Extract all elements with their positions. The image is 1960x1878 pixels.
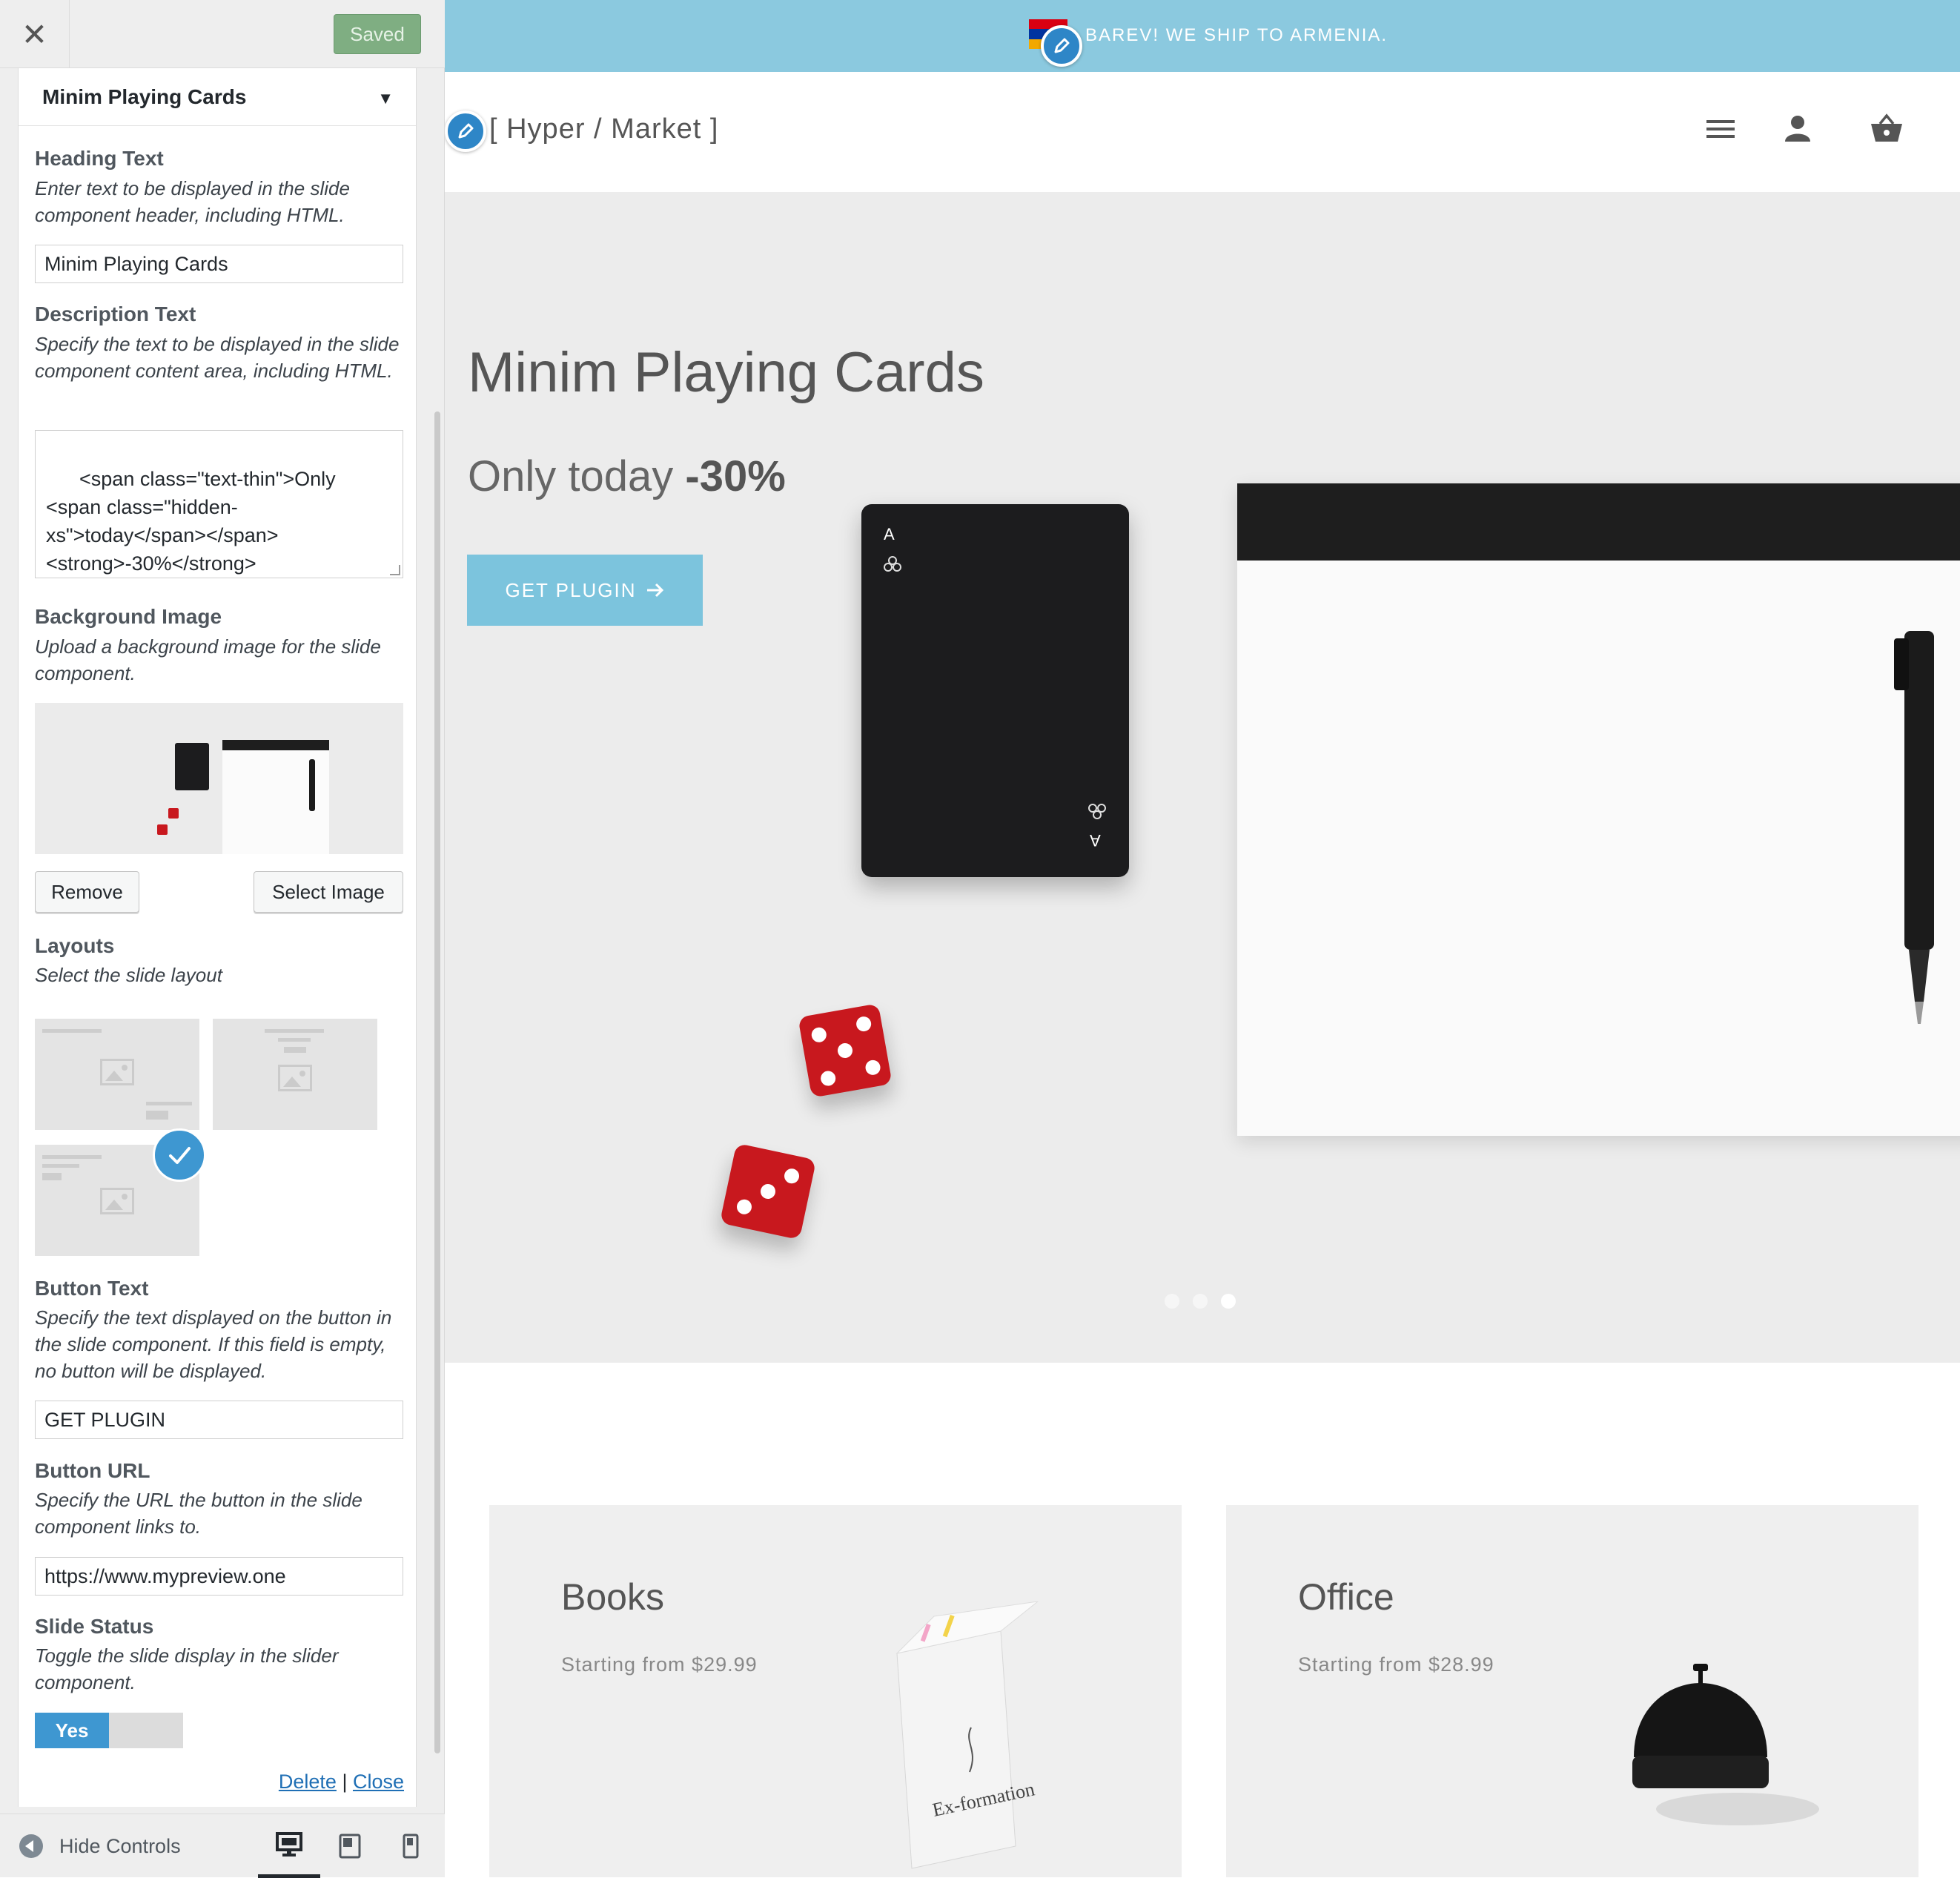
device-tablet-button[interactable] xyxy=(319,1814,381,1878)
menu-hamburger-icon[interactable] xyxy=(1706,118,1735,140)
category-price: Starting from $29.99 xyxy=(561,1653,758,1676)
panel-header: ✕ Saved xyxy=(0,0,445,68)
button-url-description: Specify the URL the button in the slide … xyxy=(35,1489,362,1538)
controls-scroll-area: Minim Playing Cards ▼ Heading Text Enter… xyxy=(18,68,417,1807)
device-desktop-button[interactable] xyxy=(258,1814,320,1878)
remove-image-button[interactable]: Remove xyxy=(35,871,139,913)
button-url-input[interactable]: https://www.mypreview.one xyxy=(35,1557,403,1596)
image-placeholder-icon xyxy=(100,1059,134,1085)
hero-cta-button[interactable]: GET PLUGIN xyxy=(467,555,703,626)
description-textarea[interactable]: <span class="text-thin">Only <span class… xyxy=(35,430,403,578)
hide-controls-label: Hide Controls xyxy=(59,1834,181,1857)
caret-down-icon: ▼ xyxy=(377,89,394,108)
hero-subtitle-thin: Only today xyxy=(468,452,674,500)
card-suit-icon xyxy=(884,556,901,572)
collapse-arrow-icon xyxy=(19,1834,43,1858)
link-separator: | xyxy=(342,1770,348,1793)
site-logo[interactable]: [ Hyper / Market ] xyxy=(489,113,718,145)
playing-card-image: A A xyxy=(861,504,1129,877)
edit-shortcut-pencil-icon[interactable] xyxy=(445,110,486,152)
background-image-preview xyxy=(35,703,403,862)
card-corner-letter-bottom: A xyxy=(1090,831,1101,850)
layouts-description: Select the slide layout xyxy=(35,964,222,986)
description-textarea-value: <span class="text-thin">Only <span class… xyxy=(46,468,336,575)
category-title: Office xyxy=(1298,1576,1394,1618)
image-placeholder-icon xyxy=(278,1065,312,1091)
red-die-image xyxy=(798,1003,893,1098)
scrollbar[interactable] xyxy=(434,411,440,1753)
category-price: Starting from $28.99 xyxy=(1298,1653,1494,1676)
notepad-image xyxy=(1237,483,1960,1136)
tablet-icon xyxy=(339,1834,361,1859)
image-placeholder-icon xyxy=(100,1188,134,1214)
saved-button[interactable]: Saved xyxy=(334,14,421,54)
background-image-description: Upload a background image for the slide … xyxy=(35,635,381,684)
heading-text-input[interactable]: Minim Playing Cards xyxy=(35,245,403,283)
toggle-yes-label: Yes xyxy=(35,1713,109,1748)
footer-links: Delete | Close xyxy=(279,1770,404,1793)
description-text-label: Description Text xyxy=(35,302,196,325)
slide-status-description: Toggle the slide display in the slider c… xyxy=(35,1644,339,1693)
hero-subtitle: Only today -30% xyxy=(468,452,786,501)
customizer-panel: ✕ Saved Minim Playing Cards ▼ Heading Te… xyxy=(0,0,445,1878)
layouts-label: Layouts xyxy=(35,934,115,957)
delete-link[interactable]: Delete xyxy=(279,1770,337,1793)
slider-dot-active[interactable] xyxy=(1221,1294,1236,1309)
select-image-button[interactable]: Select Image xyxy=(254,871,403,913)
category-card-office[interactable]: Office Starting from $28.99 xyxy=(1226,1505,1918,1877)
card-suit-icon-bottom xyxy=(1088,804,1106,819)
close-link[interactable]: Close xyxy=(353,1770,404,1793)
layout-option-1[interactable] xyxy=(35,1019,199,1130)
account-user-icon[interactable] xyxy=(1785,115,1810,142)
pen-image xyxy=(1894,631,1934,1024)
slider-dot[interactable] xyxy=(1193,1294,1208,1309)
shopping-basket-icon[interactable] xyxy=(1870,113,1904,143)
hero-subtitle-discount: -30% xyxy=(685,452,786,500)
panel-footer: Hide Controls xyxy=(0,1813,445,1878)
layout-option-2[interactable] xyxy=(213,1019,377,1130)
arrow-right-icon xyxy=(646,583,663,598)
close-icon: ✕ xyxy=(21,16,48,52)
desktop-icon xyxy=(276,1831,302,1856)
red-die-image xyxy=(719,1143,817,1240)
announcement-bar: BAREV! WE SHIP TO ARMENIA. xyxy=(445,0,1960,72)
layout-selected-checkmark-icon xyxy=(153,1128,206,1182)
site-header: [ Hyper / Market ] xyxy=(445,72,1960,192)
hero-title: Minim Playing Cards xyxy=(468,341,984,404)
edit-shortcut-pencil-icon[interactable] xyxy=(1041,25,1082,67)
hide-controls-button[interactable]: Hide Controls xyxy=(19,1831,181,1862)
card-corner-letter: A xyxy=(884,525,895,543)
slider-pagination xyxy=(1165,1294,1236,1309)
desk-bell-image xyxy=(1632,1664,1819,1825)
heading-text-label: Heading Text xyxy=(35,147,164,170)
resize-handle-icon[interactable] xyxy=(390,565,400,575)
slide-status-label: Slide Status xyxy=(35,1615,154,1638)
heading-text-description: Enter text to be displayed in the slide … xyxy=(35,177,350,226)
button-text-description: Specify the text displayed on the button… xyxy=(35,1306,392,1382)
button-url-label: Button URL xyxy=(35,1459,150,1482)
button-text-input[interactable]: GET PLUGIN xyxy=(35,1401,403,1439)
category-card-books[interactable]: Books Starting from $29.99 Ex-formation xyxy=(489,1505,1182,1877)
background-image-label: Background Image xyxy=(35,605,222,628)
slider-dot[interactable] xyxy=(1165,1294,1179,1309)
book-image: Ex-formation xyxy=(895,1601,1039,1869)
section-title: Minim Playing Cards xyxy=(42,85,247,108)
description-text-description: Specify the text to be displayed in the … xyxy=(35,333,400,382)
background-thumbnail-image xyxy=(157,740,329,862)
hero-cta-label: GET PLUGIN xyxy=(505,578,637,601)
slide-status-toggle[interactable]: Yes xyxy=(35,1713,183,1748)
category-title: Books xyxy=(561,1576,664,1618)
device-mobile-button[interactable] xyxy=(380,1814,442,1878)
announcement-text: BAREV! WE SHIP TO ARMENIA. xyxy=(1085,25,1388,45)
mobile-icon xyxy=(403,1834,419,1859)
hero-slider: Minim Playing Cards Only today -30% GET … xyxy=(445,192,1960,1363)
close-customizer-button[interactable]: ✕ xyxy=(0,0,70,68)
button-text-label: Button Text xyxy=(35,1277,149,1300)
section-header[interactable]: Minim Playing Cards ▼ xyxy=(19,68,416,126)
site-preview: BAREV! WE SHIP TO ARMENIA. [ Hyper / Mar… xyxy=(445,0,1960,1877)
